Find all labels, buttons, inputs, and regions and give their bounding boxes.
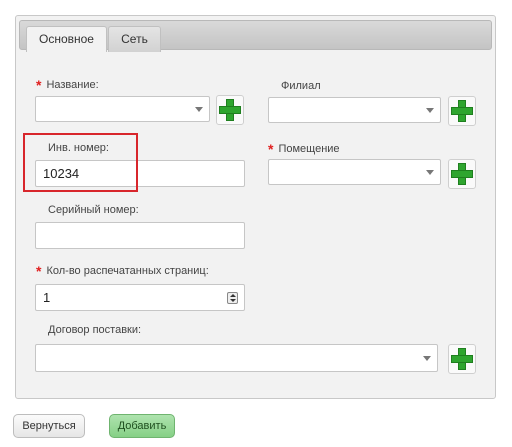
tab-main[interactable]: Основное <box>26 26 107 52</box>
printed-pages-value: 1 <box>43 290 51 305</box>
name-select-value <box>36 97 209 121</box>
required-mark: * <box>268 141 274 157</box>
add-branch-button[interactable] <box>448 96 476 126</box>
room-label: * Помещение <box>268 141 340 157</box>
supply-contract-label: Договор поставки: <box>48 324 142 336</box>
stepper-arrows-icon[interactable] <box>227 292 238 304</box>
tab-network[interactable]: Сеть <box>108 26 161 52</box>
name-label: * Название: <box>36 77 99 93</box>
inventory-number-value: 10234 <box>43 166 80 181</box>
branch-select-value <box>269 98 440 122</box>
printed-pages-label: * Кол-во распечатанных страниц: <box>36 263 209 279</box>
serial-number-label: Серийный номер: <box>48 204 139 216</box>
inventory-number-input[interactable]: 10234 <box>35 160 245 187</box>
name-select[interactable] <box>35 96 210 122</box>
required-mark: * <box>36 77 42 93</box>
required-mark: * <box>36 263 42 279</box>
add-room-button[interactable] <box>448 159 476 189</box>
add-supply-contract-button[interactable] <box>448 344 476 374</box>
printed-pages-stepper[interactable]: 1 <box>35 284 245 311</box>
supply-contract-select[interactable] <box>35 344 438 372</box>
chevron-down-icon <box>423 356 431 361</box>
chevron-down-icon <box>426 170 434 175</box>
room-select[interactable] <box>268 159 441 185</box>
back-button[interactable]: Вернуться <box>13 414 85 438</box>
serial-number-input[interactable] <box>35 222 245 249</box>
branch-select[interactable] <box>268 97 441 123</box>
add-button[interactable]: Добавить <box>109 414 175 438</box>
serial-number-value <box>36 223 244 248</box>
chevron-down-icon <box>195 107 203 112</box>
add-name-button[interactable] <box>216 95 244 125</box>
chevron-down-icon <box>426 108 434 113</box>
room-select-value <box>269 160 440 184</box>
supply-contract-select-value <box>36 345 437 371</box>
tab-bar: Основное Сеть <box>19 20 492 52</box>
branch-label: Филиал <box>281 80 321 92</box>
inventory-number-label: Инв. номер: <box>48 142 109 154</box>
